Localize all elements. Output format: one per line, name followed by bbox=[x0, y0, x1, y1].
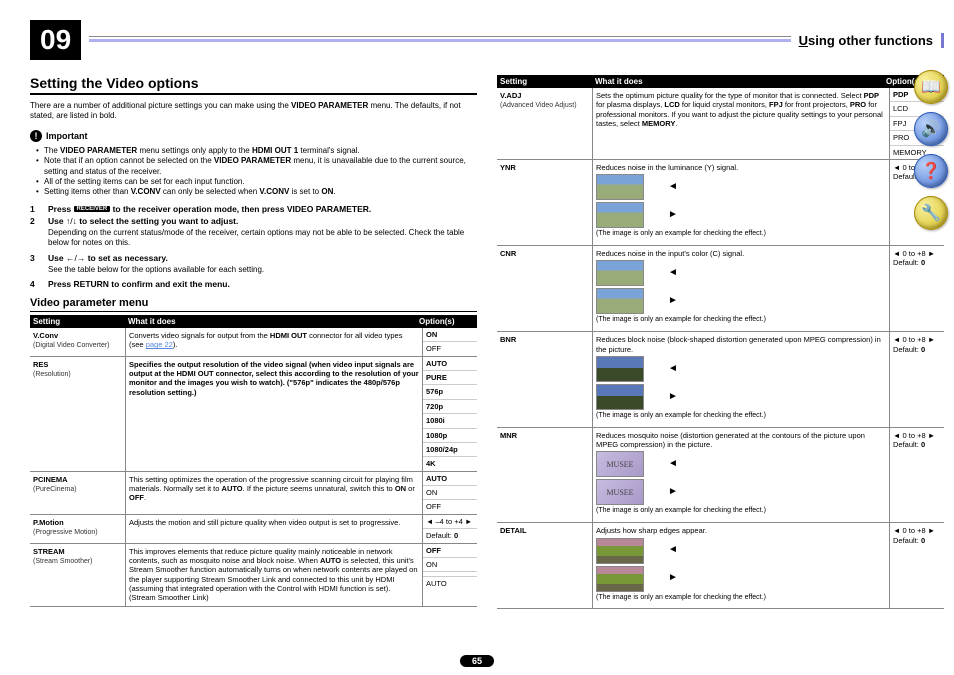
example-thumb: MUSEE bbox=[596, 479, 644, 505]
step-note: Depending on the current status/mode of … bbox=[48, 228, 477, 249]
table-row: CNRReduces noise in the input's color (C… bbox=[497, 246, 944, 332]
example-thumb bbox=[596, 174, 644, 200]
example-thumb bbox=[596, 202, 644, 228]
section-heading: Setting the Video options bbox=[30, 75, 477, 95]
step-note: See the table below for the options avai… bbox=[48, 265, 477, 275]
table2-header: SettingWhat it doesOption(s) bbox=[497, 75, 944, 88]
table-row: V.ADJ(Advanced Video Adjust)Sets the opt… bbox=[497, 88, 944, 160]
arrow-left-icon: ◄ bbox=[668, 267, 678, 280]
arrow-right-icon: ► bbox=[668, 391, 678, 404]
bullet-item: Note that if an option cannot be selecte… bbox=[36, 156, 477, 177]
step: 1Press RECEIVER to the receiver operatio… bbox=[30, 204, 477, 214]
page-header: 09 Using other functions bbox=[30, 20, 944, 60]
arrow-right-icon: ► bbox=[668, 486, 678, 499]
book-icon[interactable]: 📖 bbox=[914, 70, 948, 104]
tools-icon[interactable]: 🔧 bbox=[914, 196, 948, 230]
table-row: P.Motion(Progressive Motion)Adjusts the … bbox=[30, 515, 477, 544]
page-number: 65 bbox=[460, 655, 494, 667]
arrow-right-icon: ► bbox=[668, 572, 678, 585]
example-thumb bbox=[596, 384, 644, 410]
example-thumb: MUSEE bbox=[596, 451, 644, 477]
example-thumb bbox=[596, 356, 644, 382]
table-row: V.Conv(Digital Video Converter)Converts … bbox=[30, 328, 477, 357]
image-note: (The image is only an example for checki… bbox=[596, 507, 886, 516]
table-row: RES(Resolution)Specifies the output reso… bbox=[30, 357, 477, 472]
side-nav-icons: 📖 🔊 ❓ 🔧 bbox=[914, 70, 948, 230]
example-thumb bbox=[596, 538, 644, 564]
arrow-left-icon: ◄ bbox=[668, 458, 678, 471]
image-note: (The image is only an example for checki… bbox=[596, 594, 886, 603]
step: 4Press RETURN to confirm and exit the me… bbox=[30, 279, 477, 289]
subsection-heading: Video parameter menu bbox=[30, 297, 477, 312]
example-thumb bbox=[596, 566, 644, 592]
chapter-number: 09 bbox=[30, 20, 81, 60]
image-note: (The image is only an example for checki… bbox=[596, 412, 886, 421]
important-label: Important bbox=[46, 131, 88, 141]
arrow-right-icon: ► bbox=[668, 295, 678, 308]
table-row: PCINEMA(PureCinema)This setting optimize… bbox=[30, 472, 477, 515]
intro-text: There are a number of additional picture… bbox=[30, 101, 477, 122]
help-icon[interactable]: ❓ bbox=[914, 154, 948, 188]
example-thumb bbox=[596, 288, 644, 314]
table-row: DETAILAdjusts how sharp edges appear.◄►(… bbox=[497, 523, 944, 609]
important-heading: ! Important bbox=[30, 130, 477, 142]
arrow-right-icon: ► bbox=[668, 209, 678, 222]
bullet-item: All of the setting items can be set for … bbox=[36, 177, 477, 187]
step: 2Use ↑/↓ to select the setting you want … bbox=[30, 216, 477, 226]
bullet-item: The VIDEO PARAMETER menu settings only a… bbox=[36, 146, 477, 156]
arrow-left-icon: ◄ bbox=[668, 181, 678, 194]
important-bullets: The VIDEO PARAMETER menu settings only a… bbox=[36, 146, 477, 198]
image-note: (The image is only an example for checki… bbox=[596, 230, 886, 239]
table-row: MNRReduces mosquito noise (distortion ge… bbox=[497, 428, 944, 524]
header-rule bbox=[89, 39, 791, 42]
header-title: Using other functions bbox=[791, 33, 944, 48]
important-icon: ! bbox=[30, 130, 42, 142]
bullet-item: Setting items other than V.CONV can only… bbox=[36, 187, 477, 197]
right-column: SettingWhat it doesOption(s) V.ADJ(Advan… bbox=[497, 75, 944, 609]
image-note: (The image is only an example for checki… bbox=[596, 316, 886, 325]
table-row: YNRReduces noise in the luminance (Y) si… bbox=[497, 160, 944, 246]
table-row: BNRReduces block noise (block-shaped dis… bbox=[497, 332, 944, 428]
step: 3Use ←/→ to set as necessary. bbox=[30, 253, 477, 263]
example-thumb bbox=[596, 260, 644, 286]
arrow-left-icon: ◄ bbox=[668, 363, 678, 376]
left-column: Setting the Video options There are a nu… bbox=[30, 75, 477, 609]
table-row: STREAM(Stream Smoother)This improves ele… bbox=[30, 544, 477, 607]
speaker-icon[interactable]: 🔊 bbox=[914, 112, 948, 146]
arrow-left-icon: ◄ bbox=[668, 544, 678, 557]
table-header: SettingWhat it doesOption(s) bbox=[30, 315, 477, 328]
